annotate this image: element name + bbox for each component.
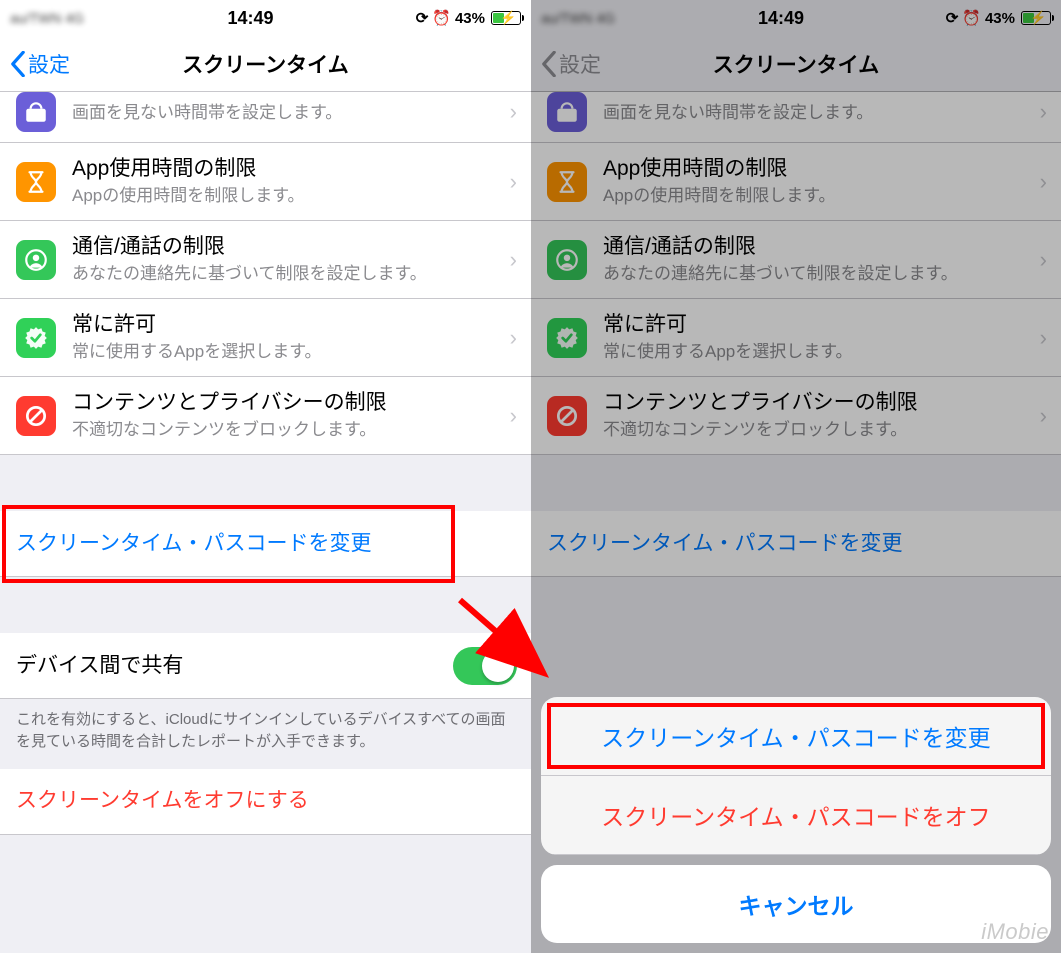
action-sheet: スクリーンタイム・パスコードを変更 スクリーンタイム・パスコードをオフ キャンセ… bbox=[541, 697, 1051, 943]
alarm-icon: ⏰ bbox=[432, 9, 451, 27]
nosign-icon bbox=[16, 396, 56, 436]
row-communication[interactable]: 通信/通話の制限 あなたの連絡先に基づいて制限を設定します。 › bbox=[0, 221, 531, 299]
change-passcode-label: スクリーンタイム・パスコードを変更 bbox=[16, 530, 517, 557]
hourglass-icon bbox=[16, 162, 56, 202]
content-sub: 不適切なコンテンツをブロックします。 bbox=[72, 419, 502, 442]
row-change-passcode[interactable]: スクリーンタイム・パスコードを変更 bbox=[0, 511, 531, 577]
rotation-lock-icon: ⟳ bbox=[416, 9, 429, 27]
downtime-icon bbox=[16, 92, 56, 132]
row-share-across[interactable]: デバイス間で共有 bbox=[0, 633, 531, 699]
share-footnote: これを有効にすると、iCloudにサインインしているデバイスすべての画面を見てい… bbox=[0, 699, 531, 769]
status-right: ⟳ ⏰ 43% ⚡ bbox=[371, 9, 521, 27]
person-icon bbox=[16, 240, 56, 280]
content-title: コンテンツとプライバシーの制限 bbox=[72, 389, 502, 416]
chevron-right-icon: › bbox=[510, 169, 517, 195]
status-bar: au/TWN 4G 14:49 ⟳ ⏰ 43% ⚡ bbox=[0, 0, 531, 36]
share-title: デバイス間で共有 bbox=[16, 652, 453, 679]
always-title: 常に許可 bbox=[72, 311, 502, 338]
checkmark-seal-icon bbox=[16, 318, 56, 358]
status-time: 14:49 bbox=[130, 8, 371, 29]
turn-off-label: スクリーンタイムをオフにする bbox=[16, 787, 517, 814]
sheet-change-passcode[interactable]: スクリーンタイム・パスコードを変更 bbox=[541, 697, 1051, 776]
row-content-privacy[interactable]: コンテンツとプライバシーの制限 不適切なコンテンツをブロックします。 › bbox=[0, 377, 531, 455]
chevron-right-icon: › bbox=[510, 247, 517, 273]
comm-sub: あなたの連絡先に基づいて制限を設定します。 bbox=[72, 263, 502, 286]
row-turn-off[interactable]: スクリーンタイムをオフにする bbox=[0, 769, 531, 835]
battery-icon: ⚡ bbox=[491, 11, 521, 25]
app-limit-sub: Appの使用時間を制限します。 bbox=[72, 185, 502, 208]
downtime-sub: 画面を見ない時間帯を設定します。 bbox=[72, 102, 502, 125]
chevron-right-icon: › bbox=[510, 99, 517, 125]
back-label: 設定 bbox=[28, 49, 70, 79]
chevron-right-icon: › bbox=[510, 325, 517, 351]
battery-pct: 43% bbox=[455, 10, 485, 27]
nav-bar: 設定 スクリーンタイム bbox=[0, 36, 531, 92]
sheet-cancel[interactable]: キャンセル bbox=[541, 865, 1051, 943]
row-always-allowed[interactable]: 常に許可 常に使用するAppを選択します。 › bbox=[0, 299, 531, 377]
comm-title: 通信/通話の制限 bbox=[72, 233, 502, 260]
row-app-limits[interactable]: App使用時間の制限 Appの使用時間を制限します。 › bbox=[0, 143, 531, 221]
app-limit-title: App使用時間の制限 bbox=[72, 155, 502, 182]
phone-left: au/TWN 4G 14:49 ⟳ ⏰ 43% ⚡ 設定 スクリーンタイム bbox=[0, 0, 531, 953]
carrier-label: au/TWN 4G bbox=[10, 10, 84, 26]
chevron-left-icon bbox=[10, 51, 26, 77]
watermark: iMobie bbox=[981, 919, 1049, 945]
chevron-right-icon: › bbox=[510, 403, 517, 429]
phone-right: au/TWN 4G 14:49 ⟳ ⏰ 43% ⚡ 設定 スクリーンタイム 画面… bbox=[531, 0, 1061, 953]
settings-list: 画面を見ない時間帯を設定します。 › App使用時間の制限 Appの使用時間を制… bbox=[0, 92, 531, 953]
row-downtime[interactable]: 画面を見ない時間帯を設定します。 › bbox=[0, 92, 531, 143]
share-switch[interactable] bbox=[453, 647, 517, 685]
back-button[interactable]: 設定 bbox=[10, 49, 70, 79]
always-sub: 常に使用するAppを選択します。 bbox=[72, 341, 502, 364]
sheet-turn-off-passcode[interactable]: スクリーンタイム・パスコードをオフ bbox=[541, 776, 1051, 855]
page-title: スクリーンタイム bbox=[0, 49, 531, 79]
